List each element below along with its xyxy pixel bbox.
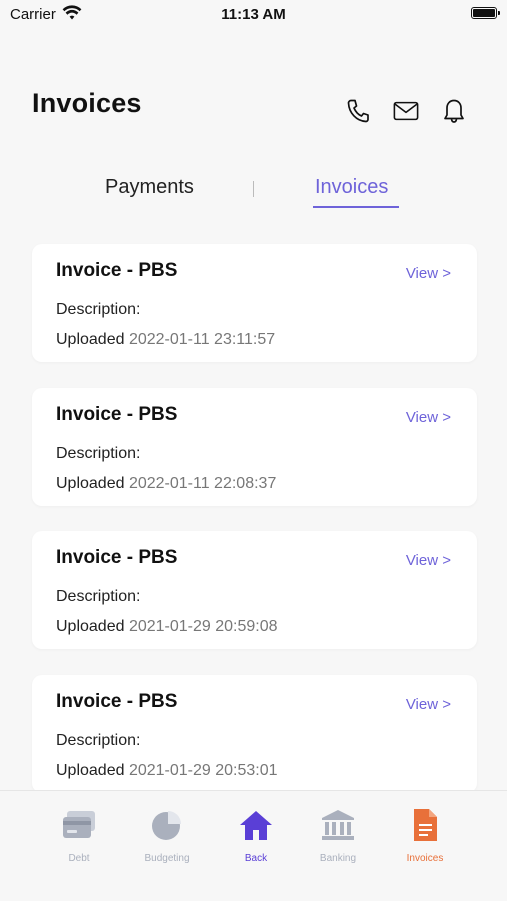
invoice-uploaded: Uploaded 2022-01-11 22:08:37: [56, 475, 276, 493]
uploaded-label: Uploaded: [56, 475, 125, 492]
nav-label: Debt: [68, 853, 90, 864]
invoice-title: Invoice - PBS: [56, 691, 178, 712]
uploaded-date: 2021-01-29 20:53:01: [128, 762, 278, 779]
status-bar: Carrier 11:13 AM: [0, 0, 507, 30]
invoice-card: Invoice - PBS View > Description: Upload…: [32, 531, 477, 649]
nav-item-invoices[interactable]: Invoices: [380, 807, 470, 864]
invoice-card: Invoice - PBS View > Description: Upload…: [32, 675, 477, 793]
tab-divider: [253, 181, 254, 197]
invoice-uploaded: Uploaded 2022-01-11 23:11:57: [56, 331, 275, 349]
uploaded-date: 2022-01-11 22:08:37: [128, 475, 277, 492]
document-icon: [380, 807, 470, 843]
invoice-card: Invoice - PBS View > Description: Upload…: [32, 244, 477, 362]
uploaded-date: 2022-01-11 23:11:57: [128, 331, 276, 348]
bank-icon: [293, 807, 383, 843]
pie-chart-icon: [122, 807, 212, 843]
view-invoice-link[interactable]: View >: [406, 696, 451, 713]
home-icon: [211, 807, 301, 843]
invoice-card: Invoice - PBS View > Description: Upload…: [32, 388, 477, 506]
invoice-uploaded: Uploaded 2021-01-29 20:53:01: [56, 762, 278, 780]
invoice-uploaded: Uploaded 2021-01-29 20:59:08: [56, 618, 278, 636]
status-time: 11:13 AM: [221, 6, 286, 23]
nav-item-budgeting[interactable]: Budgeting: [122, 807, 212, 864]
uploaded-date: 2021-01-29 20:59:08: [128, 618, 278, 635]
nav-label: Banking: [319, 853, 357, 864]
header-actions: [345, 96, 467, 126]
view-invoice-link[interactable]: View >: [406, 409, 451, 426]
page-title: Invoices: [32, 88, 142, 118]
invoice-title: Invoice - PBS: [56, 260, 178, 281]
invoice-description: Description:: [56, 732, 141, 749]
tab-bar: Payments Invoices: [0, 176, 507, 216]
view-invoice-link[interactable]: View >: [406, 552, 451, 569]
bell-icon[interactable]: [441, 96, 467, 126]
active-tab-indicator: [313, 206, 399, 208]
battery-icon: [471, 7, 500, 19]
uploaded-label: Uploaded: [56, 331, 125, 348]
nav-item-banking[interactable]: Banking: [293, 807, 383, 864]
nav-label: Back: [244, 853, 268, 864]
invoice-description: Description:: [56, 588, 141, 605]
uploaded-label: Uploaded: [56, 618, 125, 635]
tab-invoices[interactable]: Invoices: [315, 176, 388, 199]
view-invoice-link[interactable]: View >: [406, 265, 451, 282]
invoice-description: Description:: [56, 445, 141, 462]
credit-card-icon: [34, 807, 124, 843]
bottom-nav: Debt Budgeting Back Banking Invoices: [0, 790, 507, 901]
nav-label: Invoices: [406, 853, 444, 864]
nav-item-debt[interactable]: Debt: [34, 807, 124, 864]
invoice-title: Invoice - PBS: [56, 547, 178, 568]
phone-icon[interactable]: [345, 96, 371, 126]
mail-icon[interactable]: [393, 96, 419, 126]
uploaded-label: Uploaded: [56, 762, 125, 779]
tab-payments[interactable]: Payments: [105, 176, 194, 199]
invoice-description: Description:: [56, 301, 141, 318]
nav-label: Budgeting: [144, 853, 190, 864]
nav-item-back[interactable]: Back: [211, 807, 301, 864]
invoice-title: Invoice - PBS: [56, 404, 178, 425]
